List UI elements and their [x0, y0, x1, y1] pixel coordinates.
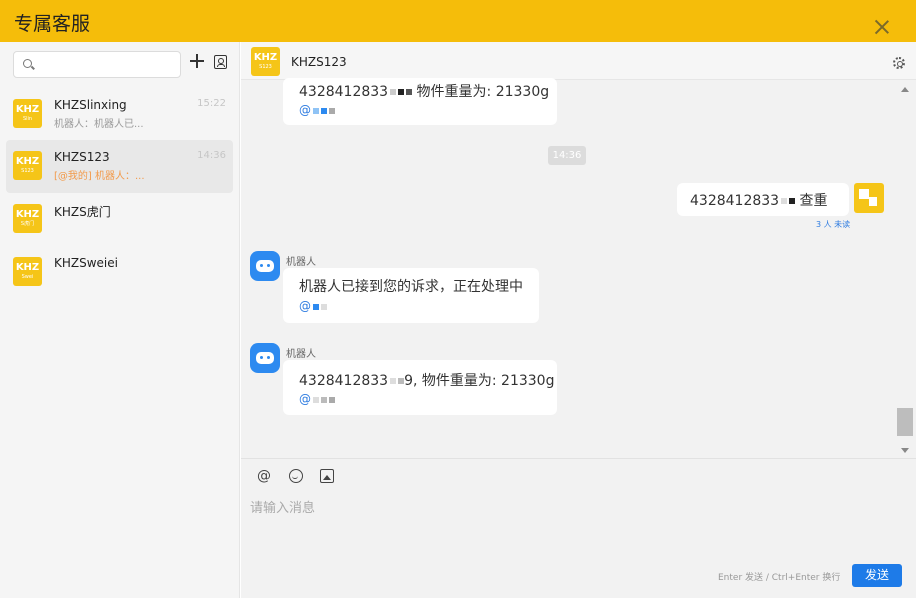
search-input[interactable]	[38, 55, 176, 74]
message-mention: @	[299, 103, 335, 117]
message-scrollbar[interactable]	[896, 82, 914, 460]
window-title: 专属客服	[14, 13, 91, 35]
title-bar: 专属客服	[0, 0, 916, 42]
avatar	[854, 183, 884, 213]
search-icon	[23, 59, 32, 68]
avatar: KHZ Swei	[13, 257, 42, 286]
conversation-time: 15:22	[197, 98, 226, 109]
conversation-preview: [@我的] 机器人：...	[54, 171, 145, 182]
message-text: 机器人已接到您的诉求，正在处理中	[299, 279, 523, 295]
robot-avatar-icon	[250, 251, 280, 281]
conversation-item-khzs-humen[interactable]: KHZ S虎门 KHZS虎门	[6, 193, 233, 246]
message-bubble: 机器人已接到您的诉求，正在处理中 @	[283, 268, 539, 323]
conversation-name: KHZSweiei	[54, 256, 118, 270]
gear-icon[interactable]	[893, 57, 905, 69]
close-icon[interactable]	[874, 19, 890, 35]
sender-name: 机器人	[286, 349, 316, 360]
avatar: KHZ Slin	[13, 99, 42, 128]
chat-header: KHZ S123 KHZS123	[241, 42, 916, 80]
message-mention: @	[299, 299, 327, 313]
read-status: 3 人 未读	[816, 220, 851, 229]
avatar-text: KHZ	[15, 156, 40, 167]
message-bubble: 4328412833 物件重量为: 21330g @	[283, 78, 557, 125]
avatar-subtext: Swei	[21, 274, 34, 280]
message-bubble: 4328412833 9, 物件重量为: 21330g @	[283, 360, 557, 415]
at-icon[interactable]: @	[257, 469, 271, 483]
avatar-subtext: S123	[21, 168, 34, 174]
avatar-text: KHZ	[15, 209, 40, 220]
avatar: KHZ S虎门	[13, 204, 42, 233]
image-icon[interactable]	[320, 469, 334, 483]
avatar-text: KHZ	[253, 52, 278, 63]
conversation-item-khzs123[interactable]: KHZ S123 KHZS123 14:36 [@我的] 机器人：...	[6, 140, 233, 193]
avatar-subtext: S123	[259, 64, 272, 70]
sidebar: KHZ Slin KHZSlinxing 15:22 机器人：机器人已... K…	[0, 42, 240, 598]
conversation-preview: 机器人：机器人已...	[54, 119, 144, 130]
conversation-name: KHZSlinxing	[54, 98, 127, 112]
avatar-text: KHZ	[15, 104, 40, 115]
scrollbar-thumb[interactable]	[897, 408, 913, 436]
conversation-time: 14:36	[197, 150, 226, 161]
scroll-down-icon[interactable]	[901, 448, 909, 453]
search-box[interactable]	[13, 51, 181, 78]
time-divider: 14:36	[548, 146, 586, 165]
scroll-up-icon[interactable]	[901, 87, 909, 92]
robot-avatar-icon	[250, 343, 280, 373]
contacts-icon[interactable]	[214, 55, 227, 69]
message-text: 4328412833 9, 物件重量为: 21330g	[299, 373, 555, 389]
avatar: KHZ S123	[251, 47, 280, 76]
conversation-item-khzslinxing[interactable]: KHZ Slin KHZSlinxing 15:22 机器人：机器人已...	[6, 88, 233, 141]
emoji-icon[interactable]	[289, 469, 303, 483]
chat-title: KHZS123	[291, 55, 347, 69]
send-button[interactable]: 发送	[852, 564, 902, 587]
avatar-subtext: S虎门	[20, 221, 35, 227]
message-mention: @	[299, 392, 335, 406]
conversation-item-khzsweiei[interactable]: KHZ Swei KHZSweiei	[6, 246, 233, 299]
composer-divider	[241, 458, 916, 459]
conversation-name: KHZS虎门	[54, 205, 111, 219]
send-hint: Enter 发送 / Ctrl+Enter 换行	[718, 573, 841, 583]
sender-name: 机器人	[286, 257, 316, 268]
message-text: 4328412833 查重	[690, 193, 828, 209]
avatar-subtext: Slin	[22, 116, 33, 122]
plus-icon[interactable]	[190, 54, 204, 68]
avatar: KHZ S123	[13, 151, 42, 180]
message-text: 4328412833 物件重量为: 21330g	[299, 84, 550, 100]
avatar-text: KHZ	[15, 262, 40, 273]
chat-panel: KHZ S123 KHZS123 4328412833 物件重量为: 21330…	[241, 42, 916, 598]
conversation-name: KHZS123	[54, 150, 110, 164]
message-bubble-outgoing: 4328412833 查重	[677, 183, 849, 216]
